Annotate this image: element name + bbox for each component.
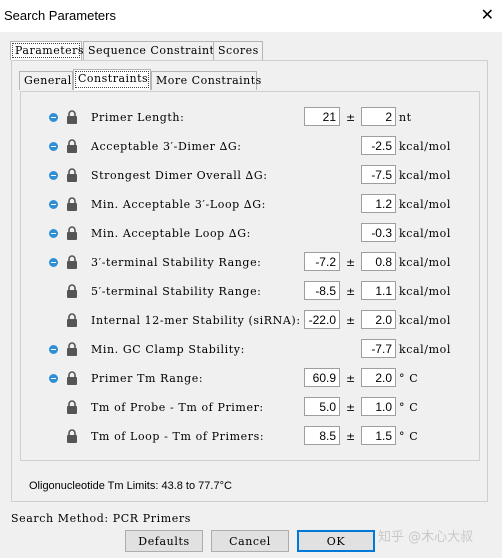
lock-icon[interactable] — [66, 168, 78, 182]
tab-parameters[interactable]: Parameters — [10, 41, 84, 60]
lock-icon[interactable] — [66, 197, 78, 211]
midpoint-icon[interactable] — [49, 142, 58, 151]
unit-label: ° C — [399, 430, 419, 443]
constraint-row: Min. Acceptable Loop ∆G: -0.3 kcal/mol — [0, 223, 470, 248]
value-field[interactable]: -8.5 — [304, 281, 340, 300]
lock-icon[interactable] — [66, 371, 78, 385]
constraint-label: 3′-terminal Stability Range: — [91, 256, 262, 269]
cancel-button[interactable]: Cancel — [211, 530, 289, 552]
close-icon[interactable]: ✕ — [481, 5, 494, 25]
tab-constraints[interactable]: Constraints — [73, 69, 151, 90]
lock-icon[interactable] — [66, 313, 78, 327]
constraint-row: Primer Length: 21 ±2 nt — [0, 107, 470, 132]
tolerance-field[interactable]: 2.0 — [361, 310, 396, 329]
midpoint-icon[interactable] — [49, 229, 58, 238]
midpoint-icon[interactable] — [49, 200, 58, 209]
unit-label: nt — [399, 111, 412, 124]
tolerance-field[interactable]: 2 — [361, 107, 396, 126]
constraint-row: Strongest Dimer Overall ∆G: -7.5 kcal/mol — [0, 165, 470, 190]
tab-general[interactable]: General — [19, 71, 73, 90]
plus-minus-symbol: ± — [346, 256, 356, 269]
constraint-label: Primer Tm Range: — [91, 372, 204, 385]
constraint-label: Tm of Loop - Tm of Primers: — [91, 430, 265, 443]
constraint-row: Primer Tm Range: 60.9 ±2.0 ° C — [0, 368, 470, 393]
plus-minus-symbol: ± — [346, 372, 356, 385]
tab-more-constraints[interactable]: More Constraints — [151, 71, 261, 90]
plus-minus-symbol: ± — [346, 430, 356, 443]
constraint-row: Tm of Probe - Tm of Primer: 5.0 ±1.0 ° C — [0, 397, 470, 422]
constraint-label: Min. GC Clamp Stability: — [91, 343, 245, 356]
constraint-label: Acceptable 3′-Dimer ∆G: — [91, 140, 242, 153]
constraint-row: Min. Acceptable 3′-Loop ∆G: 1.2 kcal/mol — [0, 194, 470, 219]
value-field[interactable]: -7.2 — [304, 252, 340, 271]
tolerance-field[interactable]: -7.5 — [361, 165, 396, 184]
ok-button[interactable]: OK — [297, 530, 375, 552]
window-title: Search Parameters — [4, 8, 116, 23]
unit-label: kcal/mol — [399, 140, 451, 153]
unit-label: kcal/mol — [399, 227, 451, 240]
lock-icon[interactable] — [66, 110, 78, 124]
tolerance-field[interactable]: 0.8 — [361, 252, 396, 271]
midpoint-icon[interactable] — [49, 113, 58, 122]
midpoint-icon[interactable] — [49, 171, 58, 180]
constraint-label: Min. Acceptable Loop ∆G: — [91, 227, 251, 240]
constraint-label: Strongest Dimer Overall ∆G: — [91, 169, 268, 182]
constraint-row: 5′-terminal Stability Range: -8.5 ±1.1 kcal… — [0, 281, 470, 306]
tolerance-field[interactable]: -0.3 — [361, 223, 396, 242]
unit-label: kcal/mol — [399, 198, 451, 211]
plus-minus-symbol: ± — [346, 285, 356, 298]
constraint-row: Min. GC Clamp Stability: -7.7 kcal/mol — [0, 339, 470, 364]
tolerance-field[interactable]: -7.7 — [361, 339, 396, 358]
plus-minus-symbol: ± — [346, 314, 356, 327]
defaults-button[interactable]: Defaults — [125, 530, 203, 552]
constraint-row: Tm of Loop - Tm of Primers: 8.5 ±1.5 ° C — [0, 426, 470, 451]
lock-icon[interactable] — [66, 139, 78, 153]
value-field[interactable]: 8.5 — [304, 426, 340, 445]
midpoint-icon[interactable] — [49, 374, 58, 383]
constraint-row: Internal 12-mer Stability (siRNA): -22.0 ±… — [0, 310, 470, 335]
tolerance-field[interactable]: 2.0 — [361, 368, 396, 387]
constraint-label: Internal 12-mer Stability (siRNA): — [91, 314, 301, 327]
tolerance-field[interactable]: 1.5 — [361, 426, 396, 445]
unit-label: ° C — [399, 401, 419, 414]
unit-label: kcal/mol — [399, 169, 451, 182]
oligo-tm-limits: Oligonucleotide Tm Limits: 43.8 to 77.7°… — [29, 480, 232, 492]
title-bar: Search Parameters ✕ — [0, 0, 502, 32]
lock-icon[interactable] — [66, 342, 78, 356]
lock-icon[interactable] — [66, 400, 78, 414]
search-method: Search Method: PCR Primers — [11, 512, 191, 525]
tolerance-field[interactable]: -2.5 — [361, 136, 396, 155]
constraint-label: Primer Length: — [91, 111, 185, 124]
tab-sequence-constraints[interactable]: Sequence Constraints — [83, 41, 220, 60]
unit-label: kcal/mol — [399, 285, 451, 298]
midpoint-icon[interactable] — [49, 258, 58, 267]
plus-minus-symbol: ± — [346, 401, 356, 414]
lock-icon[interactable] — [66, 284, 78, 298]
value-field[interactable]: -22.0 — [304, 310, 340, 329]
tolerance-field[interactable]: 1.2 — [361, 194, 396, 213]
constraint-label: Min. Acceptable 3′-Loop ∆G: — [91, 198, 266, 211]
tolerance-field[interactable]: 1.0 — [361, 397, 396, 416]
tab-scores[interactable]: Scores — [213, 41, 263, 60]
value-field[interactable]: 5.0 — [304, 397, 340, 416]
constraint-row: Acceptable 3′-Dimer ∆G: -2.5 kcal/mol — [0, 136, 470, 161]
plus-minus-symbol: ± — [346, 111, 356, 124]
watermark: 知乎 @木心大叔 — [378, 530, 474, 545]
tolerance-field[interactable]: 1.1 — [361, 281, 396, 300]
constraint-row: 3′-terminal Stability Range: -7.2 ±0.8 kcal… — [0, 252, 470, 277]
lock-icon[interactable] — [66, 255, 78, 269]
unit-label: kcal/mol — [399, 256, 451, 269]
midpoint-icon[interactable] — [49, 345, 58, 354]
value-field[interactable]: 60.9 — [304, 368, 340, 387]
value-field[interactable]: 21 — [304, 107, 340, 126]
lock-icon[interactable] — [66, 429, 78, 443]
constraint-label: Tm of Probe - Tm of Primer: — [91, 401, 264, 414]
unit-label: kcal/mol — [399, 343, 451, 356]
unit-label: kcal/mol — [399, 314, 451, 327]
constraint-label: 5′-terminal Stability Range: — [91, 285, 262, 298]
unit-label: ° C — [399, 372, 419, 385]
lock-icon[interactable] — [66, 226, 78, 240]
